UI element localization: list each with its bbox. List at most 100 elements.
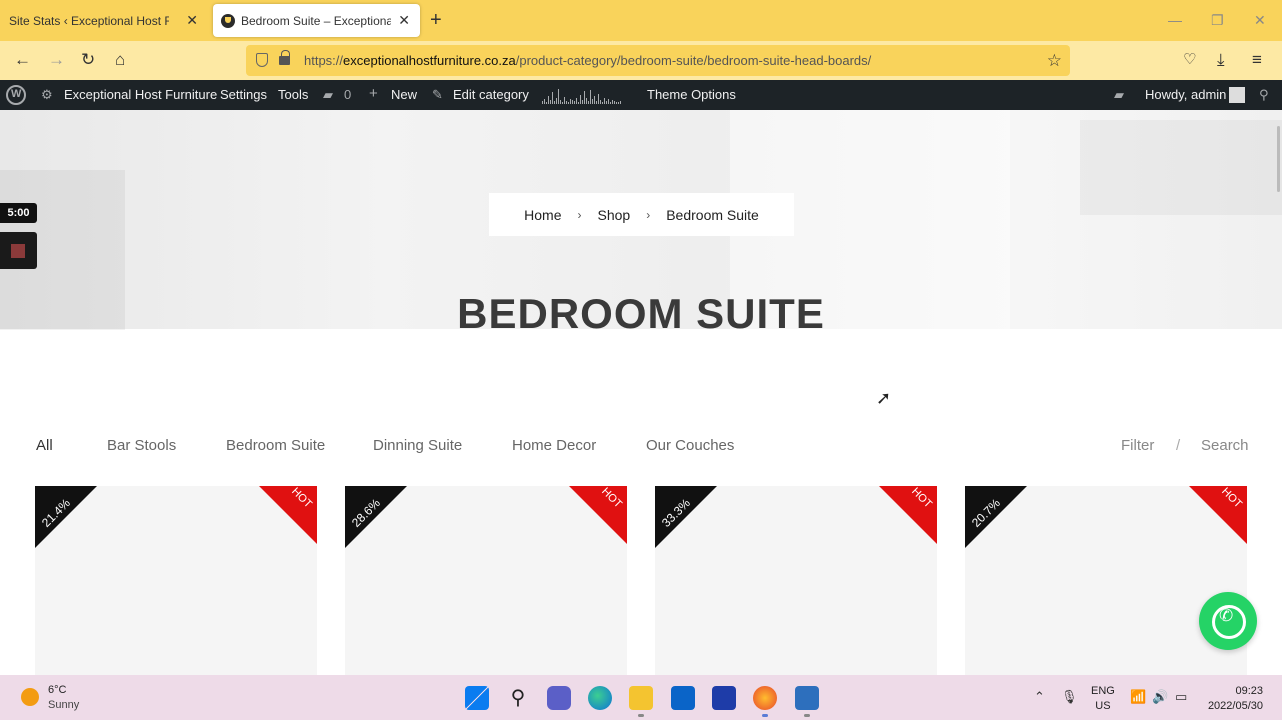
- product-card[interactable]: 28.6% HOT: [345, 486, 627, 675]
- language-region: US: [1095, 700, 1111, 712]
- language-indicator[interactable]: ENG US: [1091, 684, 1115, 714]
- search-icon[interactable]: ⚲: [1259, 87, 1269, 103]
- filter-button[interactable]: Filter: [1121, 437, 1154, 454]
- product-card[interactable]: 21.4% HOT: [35, 486, 317, 675]
- page-content: Home › Shop › Bedroom Suite BEDROOM SUIT…: [0, 110, 1282, 675]
- clock-date: 2022/05/30: [1207, 700, 1263, 712]
- minimize-icon[interactable]: —: [1168, 12, 1182, 28]
- home-icon[interactable]: ⌂: [115, 50, 125, 70]
- back-arrow-icon[interactable]: ←: [14, 50, 31, 70]
- site-name-link[interactable]: Exceptional Host Furniture: [64, 87, 217, 102]
- edge-browser-icon[interactable]: [588, 686, 612, 710]
- url-text: https://exceptionalhostfurniture.co.za/p…: [304, 53, 872, 68]
- tab-bedroom-suite[interactable]: Bedroom Suite – Exceptional Host Furnitu…: [213, 4, 420, 37]
- lock-icon[interactable]: [279, 50, 290, 65]
- system-clock[interactable]: 09:23 2022/05/30: [1197, 684, 1263, 714]
- hot-ribbon: [879, 486, 937, 544]
- hot-ribbon: [259, 486, 317, 544]
- category-bedroom-suite[interactable]: Bedroom Suite: [226, 437, 325, 454]
- pocket-icon[interactable]: ♡: [1183, 50, 1196, 68]
- edit-category-link[interactable]: Edit category: [453, 87, 529, 102]
- windows-start-icon[interactable]: [465, 686, 489, 710]
- chevron-right-icon: ›: [577, 207, 582, 222]
- wifi-icon[interactable]: 📶: [1130, 689, 1146, 705]
- filter-separator: /: [1176, 437, 1181, 454]
- teams-chat-icon[interactable]: [547, 686, 571, 710]
- comments-count[interactable]: 0: [344, 87, 351, 102]
- category-filter-bar: All Bar Stools Bedroom Suite Dinning Sui…: [36, 437, 1249, 457]
- reload-icon[interactable]: ↻: [81, 50, 95, 70]
- settings-menu[interactable]: Settings: [220, 87, 267, 102]
- page-title: BEDROOM SUITE: [457, 290, 825, 337]
- firefox-icon[interactable]: [753, 686, 777, 710]
- comment-icon[interactable]: ▰: [323, 87, 333, 103]
- vs-app-icon[interactable]: [712, 686, 736, 710]
- shield-icon[interactable]: [256, 53, 268, 67]
- breadcrumb-home[interactable]: Home: [524, 207, 561, 223]
- mail-icon[interactable]: [671, 686, 695, 710]
- pencil-icon: ✎: [432, 87, 443, 102]
- stop-recording-button[interactable]: [0, 232, 37, 269]
- browser-tab-strip: Site Stats ‹ Exceptional Host Furniture …: [0, 0, 1282, 41]
- forward-arrow-icon[interactable]: →: [48, 50, 65, 70]
- chevron-right-icon: ›: [646, 207, 651, 222]
- address-bar[interactable]: https://exceptionalhostfurniture.co.za/p…: [246, 45, 1070, 76]
- category-all[interactable]: All: [36, 437, 53, 454]
- stats-sparkline-icon[interactable]: [542, 88, 632, 104]
- breadcrumb: Home › Shop › Bedroom Suite: [489, 193, 794, 236]
- weather-temperature[interactable]: 6°C: [48, 684, 66, 696]
- restore-icon[interactable]: ❐: [1211, 12, 1224, 29]
- hot-ribbon: [569, 486, 627, 544]
- recording-timer: 5:00: [0, 203, 37, 223]
- file-explorer-icon[interactable]: [629, 686, 653, 710]
- plus-icon: +: [369, 85, 378, 102]
- theme-options-link[interactable]: Theme Options: [647, 87, 736, 102]
- product-card[interactable]: 33.3% HOT: [655, 486, 937, 675]
- sun-icon[interactable]: [21, 688, 39, 706]
- category-home-decor[interactable]: Home Decor: [512, 437, 596, 454]
- battery-icon[interactable]: ▭: [1175, 689, 1187, 705]
- menu-hamburger-icon[interactable]: ≡: [1252, 50, 1262, 70]
- site-favicon-icon: [221, 13, 235, 28]
- page-scrollbar[interactable]: [1277, 126, 1280, 192]
- microphone-icon[interactable]: 🎙: [1061, 689, 1078, 705]
- howdy-admin[interactable]: Howdy, admin: [1145, 87, 1226, 102]
- tools-menu[interactable]: Tools: [278, 87, 308, 102]
- breadcrumb-current: Bedroom Suite: [666, 206, 759, 223]
- whatsapp-chat-button[interactable]: [1199, 592, 1257, 650]
- clock-time: 09:23: [1235, 685, 1263, 697]
- wp-admin-bar: ⚙ Exceptional Host Furniture Settings To…: [0, 80, 1282, 110]
- search-button[interactable]: Search: [1201, 437, 1249, 454]
- category-bar-stools[interactable]: Bar Stools: [107, 437, 176, 454]
- app-running-indicator: [638, 714, 644, 717]
- mouse-cursor-icon: ➚: [876, 388, 892, 408]
- hot-ribbon: [1189, 486, 1247, 544]
- avatar[interactable]: [1229, 87, 1245, 103]
- wordpress-logo-icon[interactable]: [6, 85, 26, 105]
- search-icon[interactable]: ⚲: [506, 686, 530, 710]
- browser-nav-bar: ← → ↻ ⌂ https://exceptionalhostfurniture…: [0, 41, 1282, 80]
- notepad-icon[interactable]: [795, 686, 819, 710]
- breadcrumb-shop[interactable]: Shop: [598, 207, 631, 223]
- hero-background: [1080, 120, 1282, 215]
- tab-title: Site Stats ‹ Exceptional Host Furniture: [9, 13, 169, 28]
- download-icon[interactable]: ⤓: [1217, 50, 1225, 70]
- new-tab-plus-icon[interactable]: +: [430, 9, 442, 32]
- close-icon[interactable]: ✕: [398, 12, 410, 29]
- window-close-icon[interactable]: ✕: [1254, 12, 1266, 29]
- product-card[interactable]: 20.7% HOT: [965, 486, 1247, 675]
- tab-title: Bedroom Suite – Exceptional Host Furnitu…: [241, 13, 391, 28]
- tab-site-stats[interactable]: Site Stats ‹ Exceptional Host Furniture …: [0, 4, 208, 37]
- bookmark-star-icon[interactable]: ☆: [1047, 45, 1062, 76]
- notification-icon[interactable]: ▰: [1114, 87, 1124, 103]
- category-dinning-suite[interactable]: Dinning Suite: [373, 437, 462, 454]
- app-running-indicator: [762, 714, 768, 717]
- volume-icon[interactable]: 🔊: [1152, 689, 1168, 705]
- chevron-up-icon[interactable]: ⌃: [1034, 689, 1045, 705]
- new-menu[interactable]: New: [391, 87, 417, 102]
- category-our-couches[interactable]: Our Couches: [646, 437, 734, 454]
- close-icon[interactable]: ✕: [186, 12, 198, 29]
- windows-taskbar: 6°C Sunny ⚲ ⌃ 🎙 ENG US 📶 🔊 ▭ 09:23 2022/…: [0, 675, 1282, 720]
- app-running-indicator: [804, 714, 810, 717]
- weather-description[interactable]: Sunny: [48, 699, 79, 711]
